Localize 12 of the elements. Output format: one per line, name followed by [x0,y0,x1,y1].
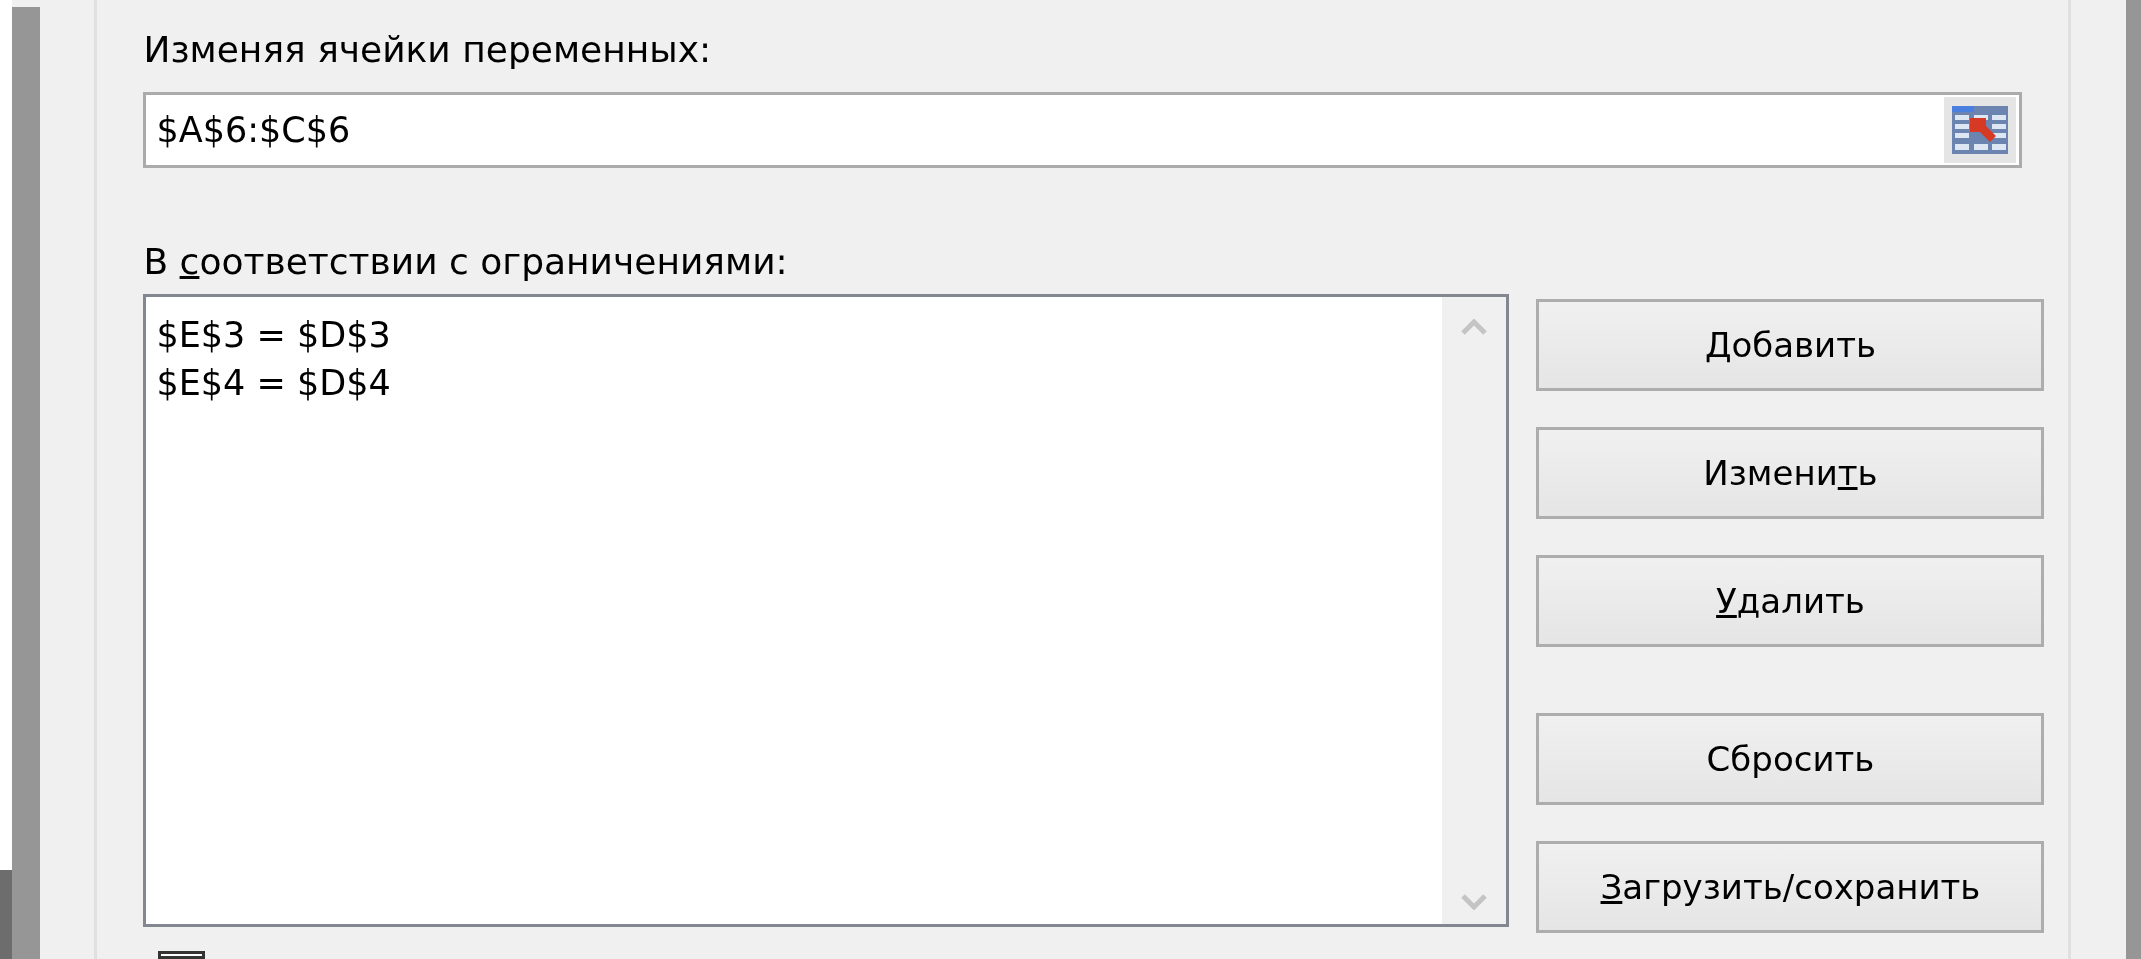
constraints-list[interactable]: $E$3 = $D$3 $E$4 = $D$4 [143,294,1510,927]
field-label: Изменяя ячейки переменных: [143,28,713,72]
checkbox[interactable] [158,951,206,959]
range-select-button[interactable] [1944,97,2017,163]
list-item[interactable]: $E$4 = $D$4 [156,359,391,407]
dialog-button[interactable]: Добавить [1536,299,2045,391]
dialog-button[interactable]: Загрузить/сохранить [1536,841,2045,933]
list-item[interactable]: $E$3 = $D$3 [156,311,391,359]
dialog-button[interactable]: Изменить [1536,427,2045,519]
dialog-button[interactable]: Сбросить [1536,713,2045,805]
list-label: В соответствии с ограничениями: [143,240,789,284]
dialog-button[interactable]: Удалить [1536,555,2045,647]
